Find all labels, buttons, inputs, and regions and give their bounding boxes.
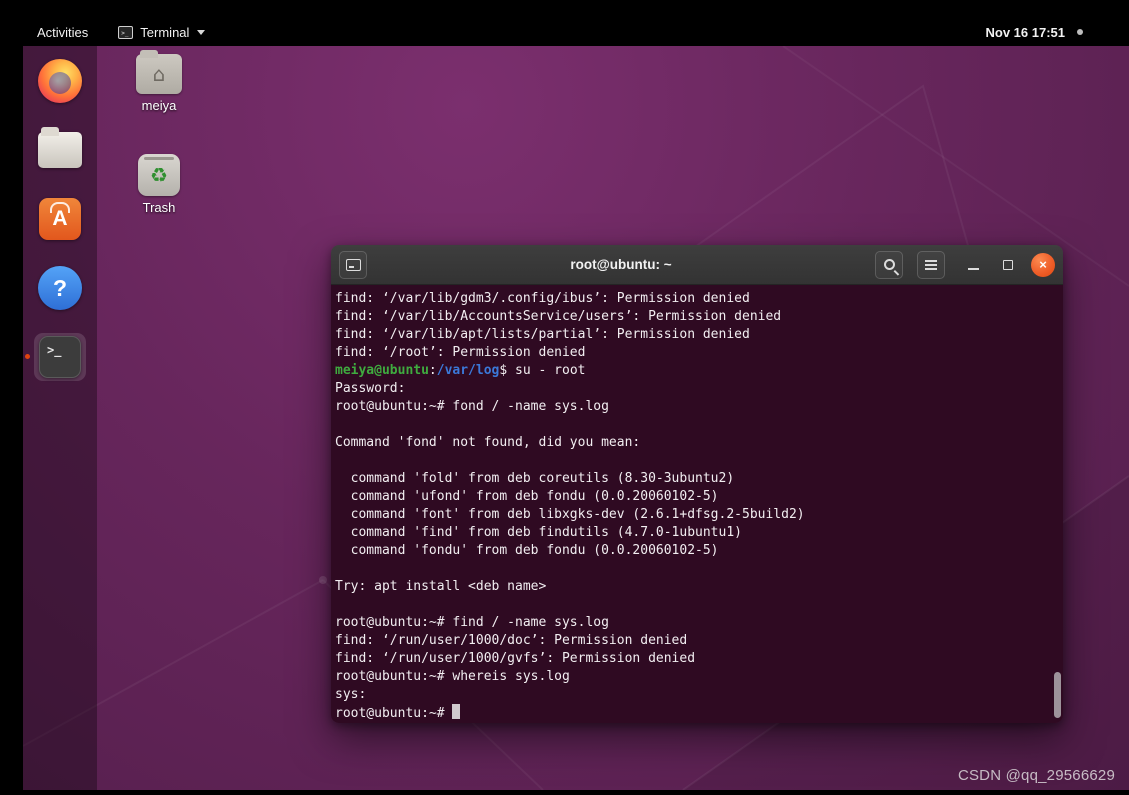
dock-item-help[interactable]: ? <box>34 264 86 312</box>
terminal-cursor <box>452 704 461 719</box>
terminal-line: Command 'fond' not found, did you mean: <box>335 435 641 450</box>
terminal-line: Try: apt install <deb name> <box>335 579 547 594</box>
desktop-icon-meiya[interactable]: ⌂ meiya <box>121 50 197 113</box>
terminal-line: Password: <box>335 381 414 396</box>
terminal-line: find: ‘/var/lib/apt/lists/partial’: Perm… <box>335 327 750 342</box>
dock-item-terminal[interactable]: >_ <box>25 333 86 381</box>
app-menu-label: Terminal <box>140 24 190 40</box>
terminal-line: find: ‘/root’: Permission denied <box>335 345 586 360</box>
search-button[interactable] <box>875 250 903 279</box>
hamburger-menu-icon <box>925 263 937 266</box>
terminal-line: root@ubuntu:~# whereis sys.log <box>335 669 570 684</box>
desktop-icon-label: meiya <box>141 98 177 113</box>
app-menu[interactable]: >_ Terminal <box>118 24 206 40</box>
desktop-icon-label: Trash <box>142 200 176 215</box>
terminal-window: root@ubuntu: ~ × find: ‘/var/lib/gdm3/.c… <box>331 245 1063 723</box>
terminal-line: command 'fold' from deb coreutils (8.30-… <box>335 471 735 486</box>
clock[interactable]: Nov 16 17:51 <box>986 25 1066 40</box>
terminal-line: find: ‘/var/lib/gdm3/.config/ibus’: Perm… <box>335 291 750 306</box>
close-icon: × <box>1039 257 1047 272</box>
terminal-line: sys: <box>335 687 367 702</box>
dock: A ? >_ <box>23 46 97 790</box>
chevron-down-icon <box>197 29 206 35</box>
top-bar: Activities >_ Terminal Nov 16 17:51 <box>0 0 1129 46</box>
terminal-line: command 'find' from deb findutils (4.7.0… <box>335 525 742 540</box>
watermark: CSDN @qq_29566629 <box>957 767 1115 784</box>
minimize-button[interactable] <box>960 252 986 278</box>
new-terminal-icon <box>345 258 361 271</box>
terminal-line: find: ‘/run/user/1000/doc’: Permission d… <box>335 633 688 648</box>
terminal-output: find: ‘/var/lib/gdm3/.config/ibus’: Perm… <box>335 290 1049 723</box>
files-icon <box>38 127 82 168</box>
running-indicator-dot <box>25 354 30 359</box>
terminal-screen[interactable]: find: ‘/var/lib/gdm3/.config/ibus’: Perm… <box>331 285 1063 723</box>
terminal-line: root@ubuntu:~# find / -name sys.log <box>335 615 609 630</box>
desktop-icon-trash[interactable]: ♻ Trash <box>121 154 197 215</box>
maximize-icon <box>1003 259 1013 270</box>
terminal-header[interactable]: root@ubuntu: ~ × <box>331 245 1063 285</box>
header-controls: × <box>875 250 1055 279</box>
maximize-button[interactable] <box>995 252 1021 278</box>
dock-item-ubuntu-software[interactable]: A <box>34 195 86 243</box>
status-dot-icon <box>1077 29 1083 35</box>
activities-button[interactable]: Activities <box>37 25 88 40</box>
firefox-icon <box>38 59 82 103</box>
top-bar-right: Nov 16 17:51 <box>986 25 1083 40</box>
menu-button[interactable] <box>917 250 945 279</box>
terminal-app-icon-glyph: >_ <box>121 29 129 37</box>
close-button[interactable]: × <box>1031 252 1055 277</box>
window-title: root@ubuntu: ~ <box>570 257 672 272</box>
house-icon: ⌂ <box>152 62 166 86</box>
terminal-line: meiya@ubuntu:/var/log$ su - root <box>335 363 586 378</box>
ubuntu-software-icon: A <box>39 198 81 240</box>
search-icon <box>883 259 895 270</box>
trash-icon: ♻ <box>138 154 180 196</box>
dock-item-firefox[interactable] <box>34 57 86 105</box>
terminal-line: command 'ufond' from deb fondu (0.0.2006… <box>335 489 719 504</box>
terminal-line: find: ‘/run/user/1000/gvfs’: Permission … <box>335 651 696 666</box>
recycle-icon: ♻ <box>150 163 168 187</box>
terminal-line: root@ubuntu:~# <box>335 704 1049 723</box>
terminal-line: find: ‘/var/lib/AccountsService/users’: … <box>335 309 782 324</box>
terminal-line: command 'fondu' from deb fondu (0.0.2006… <box>335 543 719 558</box>
home-folder-icon: ⌂ <box>136 50 182 94</box>
terminal-icon: >_ <box>39 336 81 378</box>
terminal-line: command 'font' from deb libxgks-dev (2.6… <box>335 507 805 522</box>
minimize-icon <box>967 268 979 270</box>
help-icon: ? <box>38 266 82 310</box>
scrollbar-thumb[interactable] <box>1054 672 1061 718</box>
terminal-line: root@ubuntu:~# fond / -name sys.log <box>335 399 609 414</box>
dock-item-files[interactable] <box>34 126 86 174</box>
terminal-app-icon: >_ <box>118 25 134 39</box>
new-terminal-button[interactable] <box>339 250 367 279</box>
